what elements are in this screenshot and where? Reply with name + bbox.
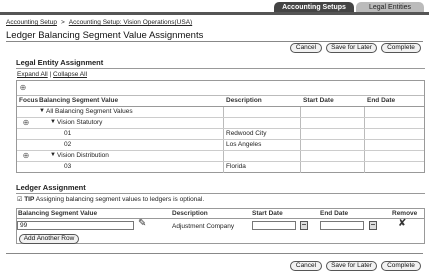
tree-toolbar-divider: [17, 95, 424, 96]
tip-message: ☑ TIP Assigning balancing segment values…: [17, 196, 204, 203]
row-divider: [17, 150, 424, 151]
row-divider: [17, 128, 424, 129]
cancel-button-top[interactable]: Cancel: [290, 43, 322, 53]
row-divider: [17, 161, 424, 162]
col-header-start-date: Start Date: [303, 97, 334, 104]
breadcrumb-separator: >: [60, 19, 65, 26]
tree-node-02: 02: [64, 141, 72, 148]
focus-root-icon[interactable]: ⊕: [19, 84, 27, 92]
tree-toggle-vision-distribution[interactable]: ▼: [50, 152, 56, 158]
top-tab-bar: Accounting Setups Legal Entities: [0, 0, 429, 15]
tree-toggle-vision-statutory[interactable]: ▼: [50, 119, 56, 125]
breadcrumb-accounting-setup[interactable]: Accounting Setup: [6, 19, 57, 26]
tip-label: TIP: [24, 196, 35, 203]
start-date-input[interactable]: [252, 221, 296, 230]
ledger-col-header-end-date: End Date: [320, 210, 349, 217]
page-title: Ledger Balancing Segment Value Assignmen…: [6, 30, 204, 41]
focus-vision-distribution-icon[interactable]: ⊕: [22, 152, 30, 160]
complete-button-top[interactable]: Complete: [381, 43, 421, 53]
end-date-input[interactable]: [320, 221, 364, 230]
ledger-assignment-title: Ledger Assignment: [16, 183, 86, 192]
breadcrumb-vision-operations[interactable]: Accounting Setup: Vision Operations(USA): [69, 19, 192, 26]
cancel-button-bottom[interactable]: Cancel: [290, 261, 322, 271]
save-for-later-button-top[interactable]: Save for Later: [326, 43, 377, 53]
legal-entity-tree-table: ⊕ Focus Balancing Segment Value Descript…: [16, 80, 425, 173]
ledger-col-header-value: Balancing Segment Value: [18, 210, 98, 217]
tab-bar-underline: [0, 12, 429, 15]
breadcrumb: Accounting Setup > Accounting Setup: Visio…: [6, 19, 192, 26]
remove-row-trash-icon[interactable]: ✘: [398, 219, 406, 229]
expand-all-link[interactable]: Expand All: [17, 71, 48, 78]
ledger-section-divider: [16, 193, 425, 194]
description-redwood-city: Redwood City: [226, 130, 267, 137]
tree-node-vision-statutory: Vision Statutory: [57, 119, 103, 126]
link-separator: |: [49, 71, 52, 78]
collapse-all-link[interactable]: Collapse All: [53, 71, 87, 78]
tip-text: Assigning balancing segment values to le…: [35, 196, 205, 203]
expand-collapse-links: Expand All | Collapse All: [17, 71, 87, 78]
description-florida: Florida: [226, 163, 246, 170]
complete-button-bottom[interactable]: Complete: [381, 261, 421, 271]
ledger-row-description: Adjustment Company: [172, 223, 235, 230]
ledger-col-header-start-date: Start Date: [252, 210, 283, 217]
start-date-calendar-icon[interactable]: [300, 221, 308, 230]
tree-node-vision-distribution: Vision Distribution: [57, 152, 109, 159]
end-date-calendar-icon[interactable]: [369, 221, 377, 230]
description-los-angeles: Los Angeles: [226, 141, 262, 148]
legal-entity-assignment-title: Legal Entity Assignment: [16, 58, 104, 67]
row-divider: [17, 117, 424, 118]
tree-toggle-all-values[interactable]: ▼: [39, 108, 45, 114]
focus-vision-statutory-icon[interactable]: ⊕: [22, 119, 30, 127]
col-header-description: Description: [226, 97, 262, 104]
ledger-col-header-description: Description: [172, 210, 208, 217]
col-header-focus: Focus: [19, 97, 39, 104]
tree-node-03: 03: [64, 163, 72, 170]
title-divider: [6, 41, 423, 42]
tree-node-01: 01: [64, 130, 72, 137]
col-header-end-date: End Date: [367, 97, 396, 104]
bottom-divider: [6, 253, 423, 254]
tip-icon: ☑: [17, 197, 23, 203]
add-another-row-button[interactable]: Add Another Row: [19, 234, 79, 244]
save-for-later-button-bottom[interactable]: Save for Later: [326, 261, 377, 271]
row-divider: [17, 139, 424, 140]
tree-header-divider: [17, 106, 424, 107]
search-flashlight-icon[interactable]: ✎: [138, 219, 146, 229]
col-header-balancing-segment-value: Balancing Segment Value: [39, 97, 119, 104]
legal-entity-section-divider: [16, 68, 425, 69]
tree-node-all-values: All Balancing Segment Values: [46, 108, 133, 115]
balancing-segment-value-input[interactable]: 99: [17, 221, 134, 230]
